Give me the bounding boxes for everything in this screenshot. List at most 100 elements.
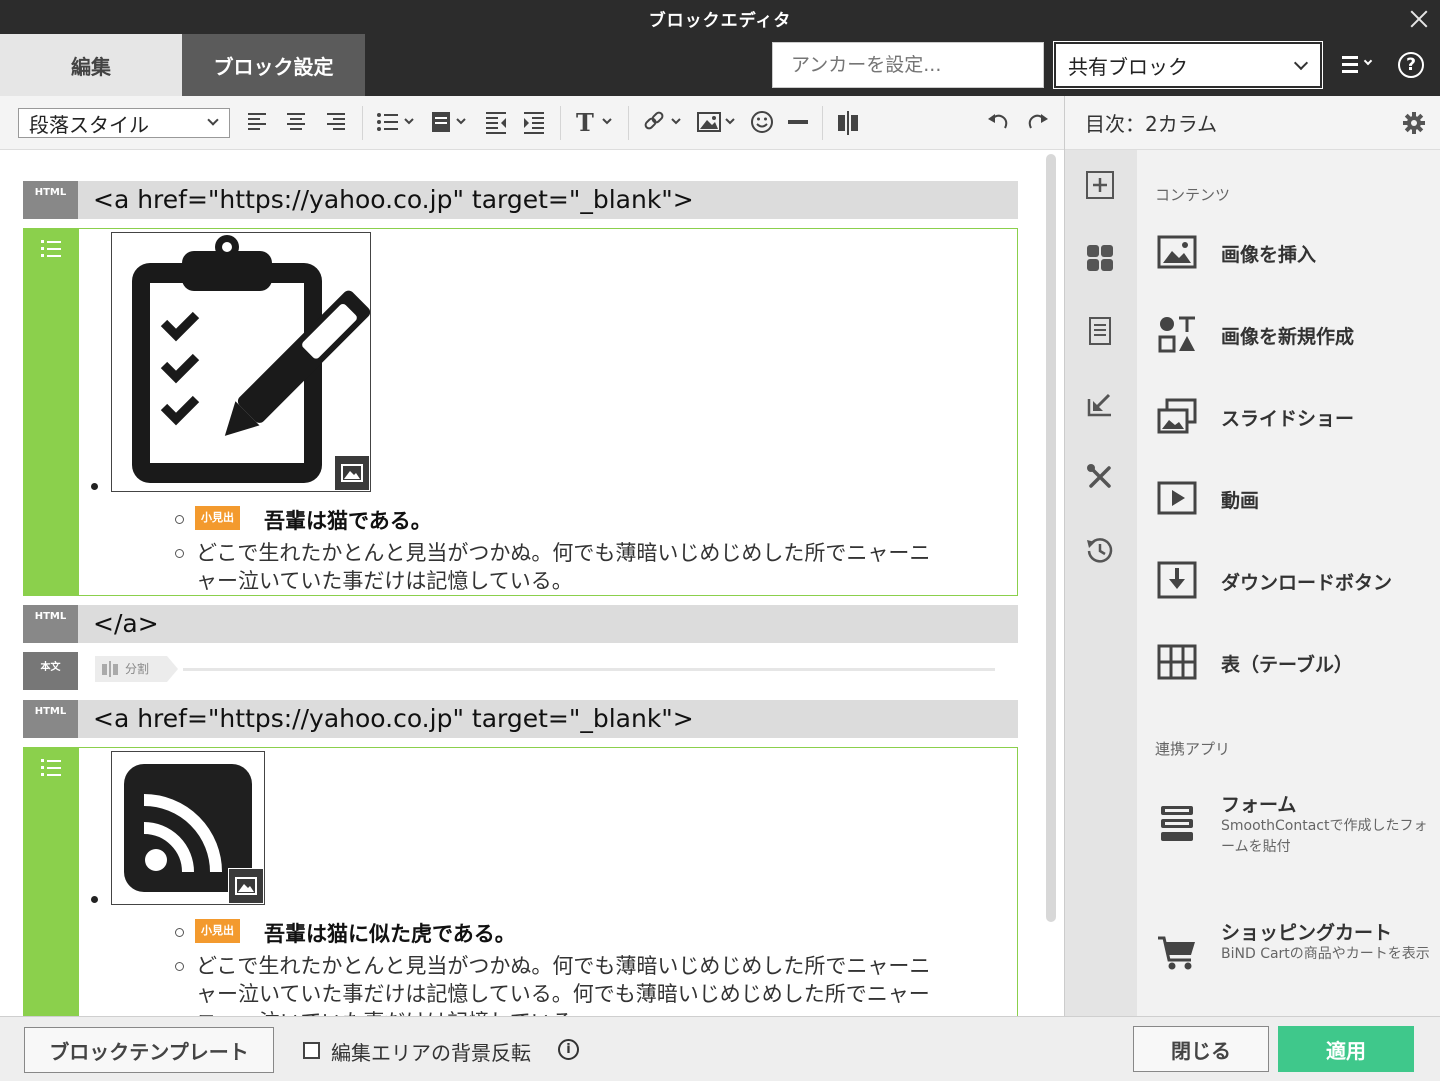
tools-icon[interactable] <box>1085 462 1115 492</box>
split-label: 分割 <box>125 662 150 676</box>
editor-scrollbar[interactable] <box>1046 154 1056 922</box>
block-body-text[interactable]: どこで生れたかとんと見当がつかぬ。何でも薄暗いじめじめした所でニャーニ ャー泣い… <box>196 539 1006 595</box>
content-block[interactable]: 小見出 吾輩は猫である。 どこで生れたかとんと見当がつかぬ。何でも薄暗いじめじめ… <box>23 228 1018 596</box>
close-icon[interactable] <box>1406 6 1432 32</box>
svg-text:T: T <box>576 109 594 135</box>
info-icon[interactable]: i <box>558 1039 579 1060</box>
bulleted-list-icon[interactable] <box>376 109 416 137</box>
history-icon[interactable] <box>1085 535 1115 565</box>
content-block[interactable]: 小見出 吾輩は猫に似た虎である。 どこで生れたかとんと見当がつかぬ。何でも薄暗い… <box>23 747 1018 1016</box>
text-tag-label: 本文 <box>23 652 78 690</box>
list-bullet <box>91 896 98 903</box>
create-image-icon <box>1158 316 1195 353</box>
slideshow-item[interactable]: スライドショー <box>1137 394 1440 454</box>
item-label: 動画 <box>1221 490 1260 512</box>
gear-icon[interactable] <box>1403 112 1425 134</box>
horizontal-rule-icon[interactable] <box>786 109 810 137</box>
block-handle[interactable] <box>24 229 79 595</box>
import-icon[interactable] <box>1085 389 1115 419</box>
outdent-icon[interactable] <box>484 109 508 137</box>
image-settings-icon[interactable] <box>334 455 370 491</box>
block-template-button[interactable]: ブロックテンプレート <box>24 1027 274 1073</box>
menu-icon[interactable] <box>1340 54 1376 76</box>
block-format-icon[interactable] <box>430 109 470 137</box>
slideshow-icon <box>1157 398 1197 434</box>
subheading-badge: 小見出 <box>195 506 240 530</box>
paragraph-style-label: 段落スタイル <box>29 112 149 137</box>
block-handle[interactable] <box>24 748 79 1016</box>
html-block-row[interactable]: HTML <a href="https://yahoo.co.jp" targe… <box>23 181 1018 219</box>
format-toolbar: 段落スタイル T <box>0 96 1064 150</box>
insert-image-item[interactable]: 画像を挿入 <box>1137 230 1440 290</box>
shared-block-label: 共有ブロック <box>1068 54 1188 79</box>
split-block-icon[interactable] <box>836 109 860 137</box>
link-icon[interactable] <box>642 109 684 137</box>
text-split-row[interactable]: 本文 分割 <box>23 652 1018 690</box>
clipboard-checklist-icon[interactable] <box>111 232 371 492</box>
text-style-icon[interactable]: T <box>574 109 614 137</box>
form-app-item[interactable]: フォーム SmoothContactで作成したフォームを貼付 <box>1137 790 1440 870</box>
item-label: 表（テーブル） <box>1221 654 1353 676</box>
widgets-icon[interactable] <box>1085 243 1115 273</box>
chevron-down-icon <box>1363 56 1373 66</box>
download-button-item[interactable]: ダウンロードボタン <box>1137 558 1440 618</box>
html-tag-label: HTML <box>23 181 78 219</box>
image-settings-icon[interactable] <box>228 868 264 904</box>
apply-button[interactable]: 適用 <box>1278 1026 1414 1072</box>
video-icon <box>1157 481 1197 515</box>
emoji-icon[interactable] <box>750 109 774 137</box>
invert-background-label[interactable]: 編集エリアの背景反転 <box>331 1037 531 1066</box>
right-panel: 目次：2カラム コンテンツ 画像を挿入 画像を新規作成 スライドショー 動画 ダ… <box>1064 96 1440 1016</box>
document-icon[interactable] <box>1085 316 1115 346</box>
table-item[interactable]: 表（テーブル） <box>1137 640 1440 700</box>
item-label: ショッピングカート <box>1221 922 1393 944</box>
anchor-input[interactable] <box>772 42 1044 88</box>
block-body-text[interactable]: どこで生れたかとんと見当がつかぬ。何でも薄暗いじめじめした所でニャーニ ャー泣い… <box>196 952 1006 1016</box>
body-line: どこで生れたかとんと見当がつかぬ。何でも薄暗いじめじめした所でニャーニ <box>196 954 931 978</box>
html-code[interactable]: <a href="https://yahoo.co.jp" target="_b… <box>78 700 1018 738</box>
rss-feed-icon[interactable] <box>111 751 265 905</box>
panel-title: 目次：2カラム <box>1085 112 1218 136</box>
body-line: ャー泣いていた事だけは記憶している。 <box>196 569 573 593</box>
block-heading[interactable]: 吾輩は猫である。 <box>264 505 432 535</box>
html-tag-label: HTML <box>23 605 78 643</box>
html-block-row[interactable]: HTML <a href="https://yahoo.co.jp" targe… <box>23 700 1018 738</box>
create-image-item[interactable]: 画像を新規作成 <box>1137 312 1440 372</box>
list-bullet <box>175 928 184 937</box>
html-code[interactable]: </a> <box>78 605 1018 643</box>
list-icon <box>41 240 61 257</box>
align-right-icon[interactable] <box>325 109 347 137</box>
chevron-down-icon <box>1293 55 1309 71</box>
align-center-icon[interactable] <box>285 109 307 137</box>
html-block-row[interactable]: HTML </a> <box>23 605 1018 643</box>
panel-list: コンテンツ 画像を挿入 画像を新規作成 スライドショー 動画 ダウンロードボタン… <box>1137 150 1440 1016</box>
redo-icon[interactable] <box>1026 109 1050 137</box>
apps-section-label: 連携アプリ <box>1155 740 1231 758</box>
undo-icon[interactable] <box>986 109 1010 137</box>
edit-area[interactable]: HTML <a href="https://yahoo.co.jp" targe… <box>0 150 1064 1016</box>
list-bullet <box>175 515 184 524</box>
tab-block-settings[interactable]: ブロック設定 <box>182 34 365 96</box>
list-bullet <box>175 549 184 558</box>
add-block-icon[interactable] <box>1085 170 1115 200</box>
html-code[interactable]: <a href="https://yahoo.co.jp" target="_b… <box>78 181 1018 219</box>
help-icon[interactable]: ? <box>1398 52 1424 78</box>
shopping-cart-item[interactable]: ショッピングカート BiND Cartの商品やカートを表示 <box>1137 918 1440 998</box>
video-item[interactable]: 動画 <box>1137 476 1440 536</box>
split-button[interactable]: 分割 <box>95 656 178 682</box>
title-bar: ブロックエディタ 編集 ブロック設定 共有ブロック ? <box>0 0 1440 96</box>
align-left-icon[interactable] <box>246 109 268 137</box>
split-icon <box>102 661 118 677</box>
panel-header: 目次：2カラム <box>1065 96 1440 150</box>
invert-background-checkbox[interactable] <box>303 1042 320 1059</box>
footer-bar: ブロックテンプレート 編集エリアの背景反転 i 閉じる 適用 <box>0 1016 1440 1081</box>
item-label: スライドショー <box>1221 408 1355 430</box>
shared-block-select[interactable]: 共有ブロック <box>1053 41 1323 89</box>
image-icon <box>1157 235 1197 269</box>
tab-edit[interactable]: 編集 <box>0 34 182 96</box>
insert-image-icon[interactable] <box>696 109 738 137</box>
paragraph-style-select[interactable]: 段落スタイル <box>18 108 230 138</box>
close-button[interactable]: 閉じる <box>1133 1026 1269 1072</box>
block-heading[interactable]: 吾輩は猫に似た虎である。 <box>264 918 516 948</box>
indent-icon[interactable] <box>522 109 546 137</box>
